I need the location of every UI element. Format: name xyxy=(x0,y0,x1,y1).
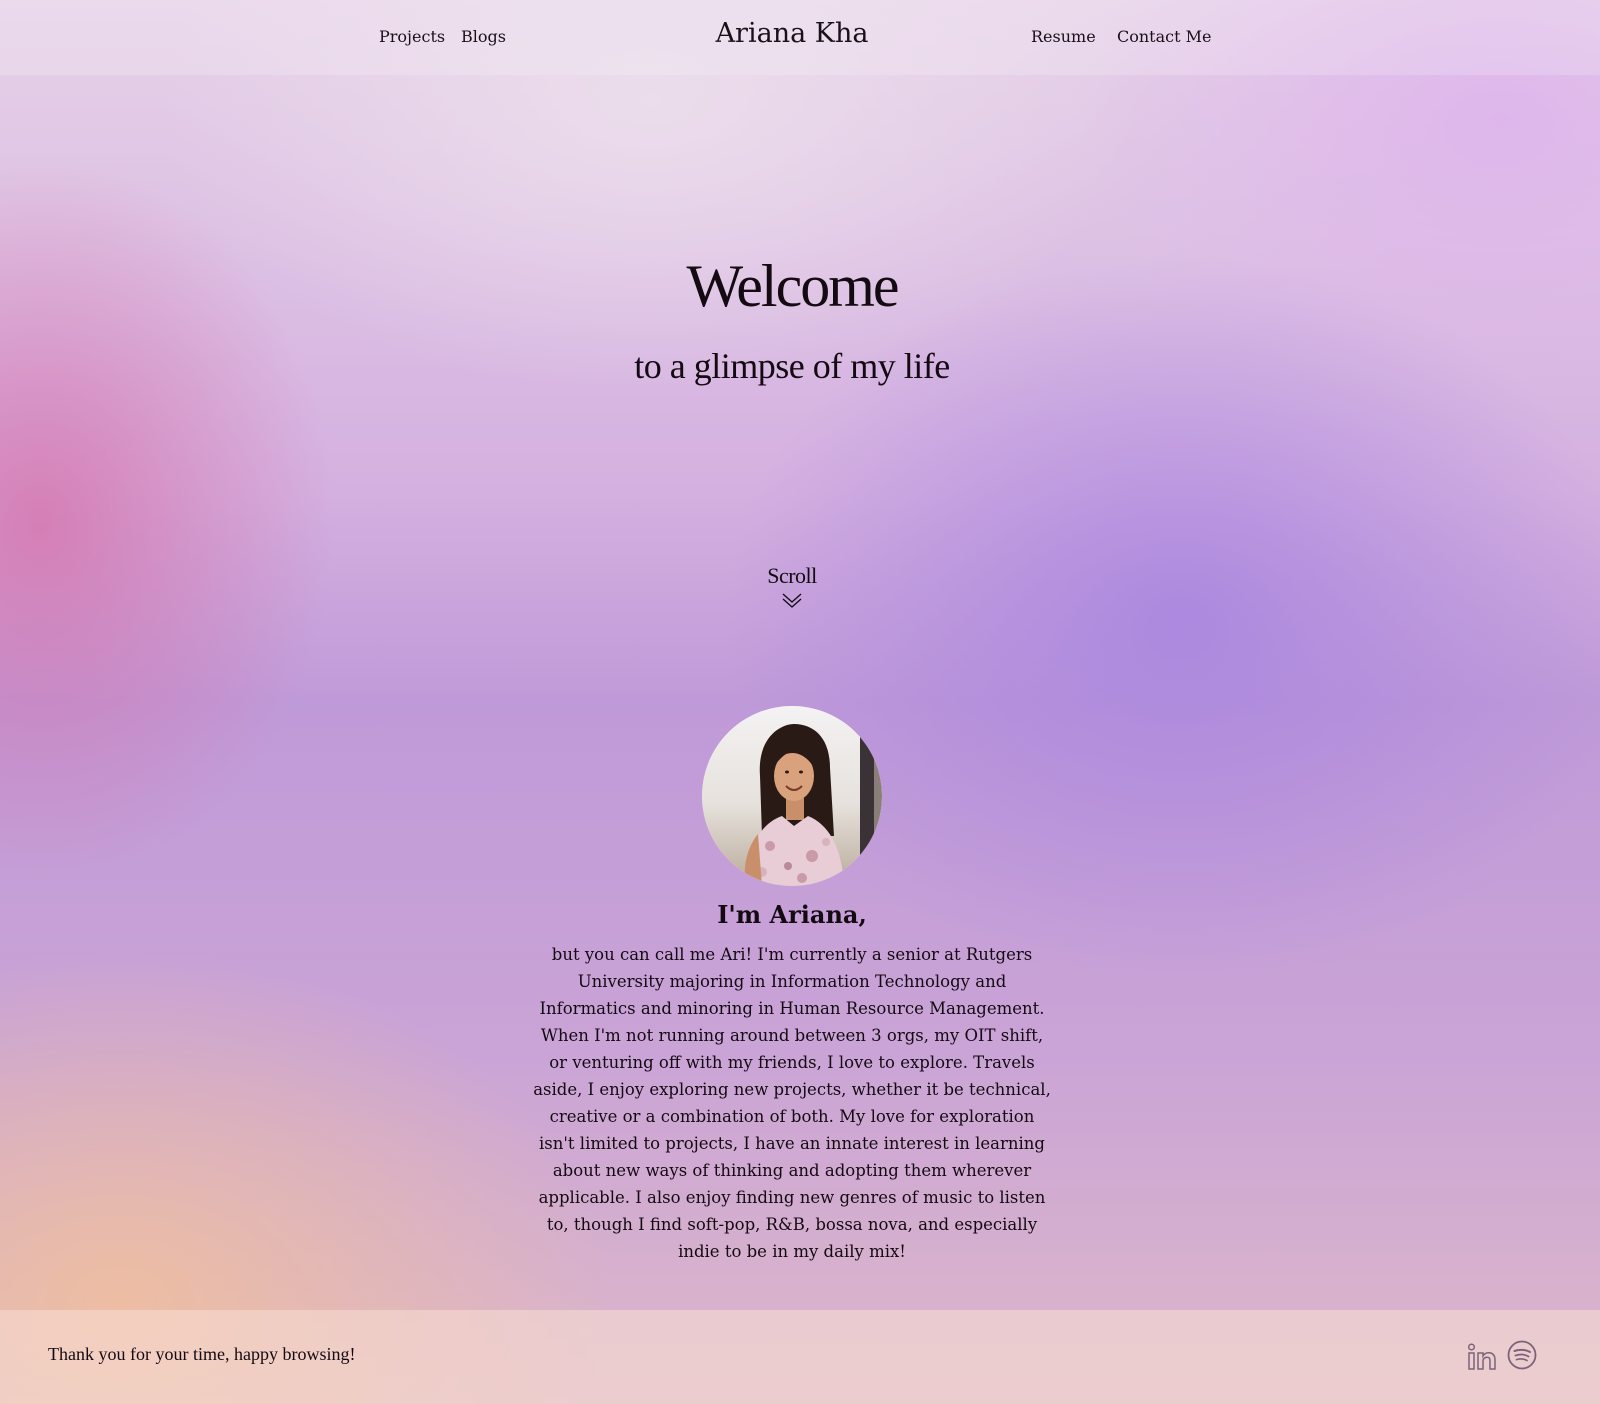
about-heading: I'm Ariana, xyxy=(717,900,867,929)
profile-photo-illustration xyxy=(702,706,882,886)
nav-link-resume[interactable]: Resume xyxy=(1031,27,1096,46)
profile-photo xyxy=(702,706,882,886)
footer-message: Thank you for your time, happy browsing! xyxy=(48,1344,356,1364)
double-chevron-down-icon xyxy=(782,593,802,608)
hero-title: Welcome xyxy=(686,253,899,319)
scroll-label: Scroll xyxy=(767,563,817,588)
site-footer: Thank you for your time, happy browsing! xyxy=(0,1310,1600,1404)
scroll-button[interactable]: Scroll xyxy=(742,563,842,609)
nav-link-contact[interactable]: Contact Me xyxy=(1117,27,1211,46)
linkedin-icon[interactable] xyxy=(1466,1340,1498,1372)
site-header: Projects Blogs Ariana Kha Resume Contact… xyxy=(0,0,1600,75)
site-brand-title[interactable]: Ariana Kha xyxy=(0,18,1584,49)
spotify-icon[interactable] xyxy=(1506,1339,1538,1371)
about-body-text: but you can call me Ari! I'm currently a… xyxy=(533,945,1051,1261)
hero-subtitle: to a glimpse of my life xyxy=(634,346,950,386)
